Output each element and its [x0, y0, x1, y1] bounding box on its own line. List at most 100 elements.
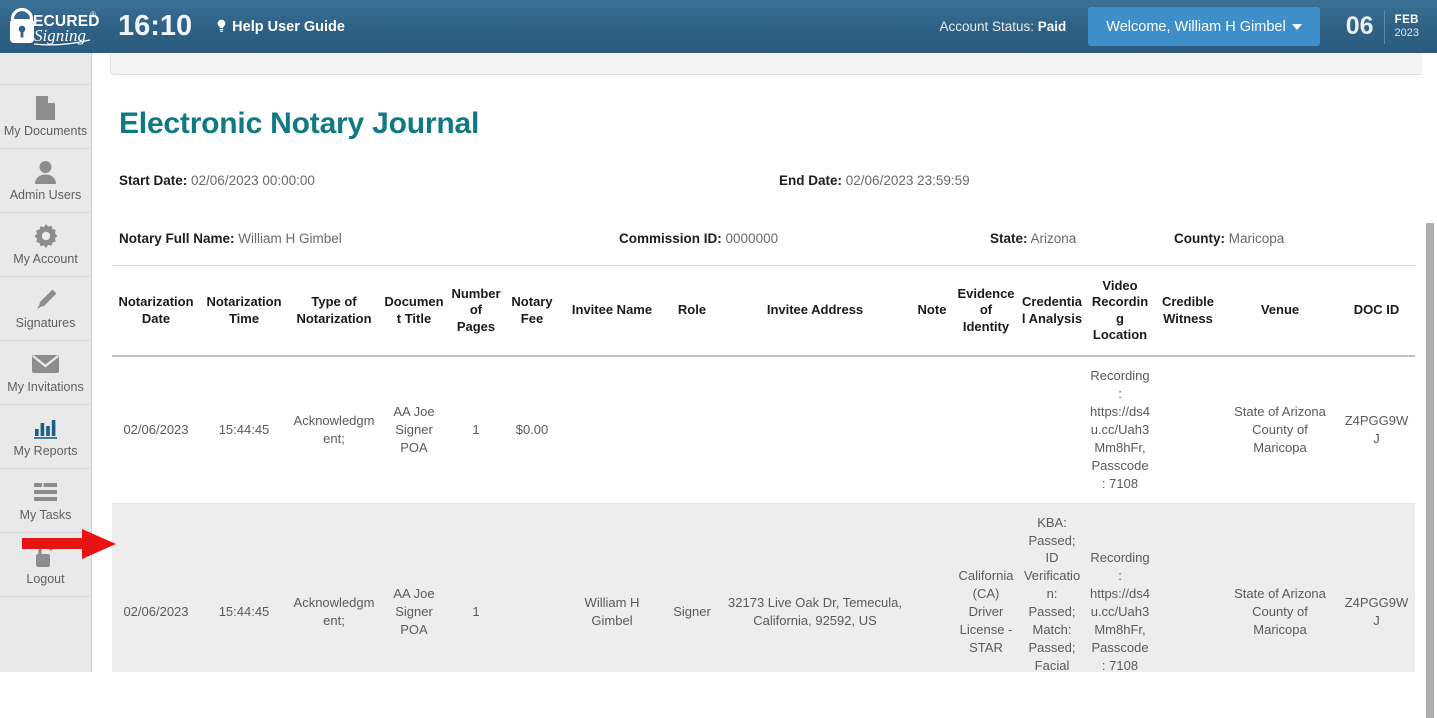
header-clock: 16:10	[118, 10, 193, 42]
cell-invitee-name	[560, 356, 664, 503]
start-date-value: 02/06/2023 00:00:00	[191, 173, 315, 188]
sidebar-item-label: My Documents	[3, 123, 88, 138]
state-value: Arizona	[1030, 231, 1077, 246]
cell-evidence-of-identity: California (CA) Driver License - STAR	[958, 568, 1014, 656]
cell-document-title: AA Joe Signer POA	[393, 403, 435, 455]
col-venue[interactable]: Venue	[1222, 265, 1338, 357]
cell-credible-witness	[1154, 356, 1222, 503]
commission-id-value: 0000000	[725, 231, 779, 246]
cell-invitee-address: 32173 Live Oak Dr, Temecula, California,…	[728, 595, 902, 629]
cell-notarization-time: 15:44:45	[218, 604, 270, 620]
sidebar-item-my-tasks[interactable]: My Tasks	[0, 469, 91, 533]
cell-invitee-address	[720, 356, 910, 503]
tasks-list-icon	[33, 480, 58, 504]
start-date-label: Start Date:	[119, 173, 188, 188]
notary-meta: Notary Full Name: William H Gimbel Commi…	[119, 231, 1429, 251]
vertical-scrollbar-thumb[interactable]	[1426, 223, 1434, 718]
notary-journal-table-wrapper: Notarization Date Notarization Time Type…	[112, 265, 1415, 672]
end-date-value: 02/06/2023 23:59:59	[845, 173, 970, 188]
vertical-scrollbar-track[interactable]	[1422, 53, 1437, 718]
cell-video-recording-location: Recording: https://ds4u.cc/Uah3Mm8hFr, P…	[1090, 368, 1150, 491]
notary-name-label: Notary Full Name:	[119, 231, 235, 246]
end-date-meta: End Date: 02/06/2023 23:59:59	[779, 173, 970, 188]
col-video-recording-location[interactable]: Video Recording Location	[1086, 265, 1154, 357]
welcome-user-dropdown-button[interactable]: Welcome, William H Gimbel	[1088, 7, 1320, 46]
help-user-guide-label: Help User Guide	[232, 18, 345, 35]
help-user-guide-link[interactable]: Help User Guide	[216, 19, 345, 35]
table-row[interactable]: 02/06/2023 15:44:45 Acknowledgment; AA J…	[112, 356, 1415, 504]
cell-notary-fee: $0.00	[515, 421, 549, 437]
end-date-label: End Date:	[779, 173, 843, 188]
sidebar-item-my-invitations[interactable]: My Invitations	[0, 341, 91, 405]
cell-credential-analysis	[1018, 356, 1086, 503]
sidebar-item-my-reports[interactable]: My Reports	[0, 405, 91, 469]
cell-notarization-time: 15:44:45	[218, 421, 270, 437]
start-date-meta: Start Date: 02/06/2023 00:00:00	[119, 173, 315, 188]
sidebar-item-label: My Tasks	[19, 507, 72, 522]
col-credential-analysis[interactable]: Credential Analysis	[1018, 265, 1086, 357]
col-notarization-time[interactable]: Notarization Time	[200, 265, 288, 357]
notary-name-value: William H Gimbel	[238, 231, 342, 246]
county-meta: County: Maricopa	[1174, 231, 1284, 246]
cell-note	[910, 503, 954, 672]
cell-evidence-of-identity	[954, 356, 1018, 503]
cell-doc-id: Z4PGG9WJ	[1344, 412, 1409, 446]
welcome-user-label: Welcome, William H Gimbel	[1106, 18, 1286, 35]
col-evidence-of-identity[interactable]: Evidence of Identity	[954, 265, 1018, 357]
header-date-divider	[1383, 9, 1385, 44]
header-date-year: 2023	[1394, 26, 1419, 39]
col-role[interactable]: Role	[664, 265, 720, 357]
date-range-meta: Start Date: 02/06/2023 00:00:00 End Date…	[119, 173, 1419, 193]
cell-credential-analysis: KBA: Passed; ID Verification: Passed; Ma…	[1023, 514, 1081, 672]
page-title: Electronic Notary Journal	[119, 107, 480, 140]
account-status: Account Status: Paid	[939, 19, 1066, 34]
main-content-area: Electronic Notary Journal Start Date: 02…	[92, 53, 1437, 672]
cell-number-of-pages: 1	[472, 421, 480, 437]
left-sidebar-nav: My Documents Admin Users My Account Sign…	[0, 53, 92, 672]
cell-number-of-pages: 1	[472, 604, 480, 620]
sidebar-item-signatures[interactable]: Signatures	[0, 277, 91, 341]
col-doc-id[interactable]: DOC ID	[1338, 265, 1415, 357]
cell-venue: State of Arizona County of Maricopa	[1234, 403, 1326, 455]
sidebar-item-label: My Invitations	[7, 379, 84, 394]
notary-journal-table: Notarization Date Notarization Time Type…	[112, 265, 1415, 672]
svg-text:®: ®	[90, 10, 96, 19]
account-status-label: Account Status:	[939, 19, 1035, 34]
cell-type-of-notarization: Acknowledgment;	[293, 412, 375, 446]
header-date-month: FEB	[1394, 13, 1419, 26]
account-status-value: Paid	[1037, 19, 1067, 34]
cell-notarization-date: 02/06/2023	[123, 604, 189, 620]
document-icon	[34, 95, 57, 120]
sidebar-item-my-documents[interactable]: My Documents	[0, 85, 91, 149]
header-date-day: 06	[1345, 12, 1374, 40]
cell-venue: State of Arizona County of Maricopa	[1234, 586, 1326, 638]
cell-invitee-name: William H Gimbel	[584, 595, 640, 629]
col-invitee-address[interactable]: Invitee Address	[720, 265, 910, 357]
gear-icon	[34, 223, 58, 248]
table-row[interactable]: 02/06/2023 15:44:45 Acknowledgment; AA J…	[112, 503, 1415, 672]
sidebar-item-admin-users[interactable]: Admin Users	[0, 149, 91, 213]
col-credible-witness[interactable]: Credible Witness	[1154, 265, 1222, 357]
col-notarization-date[interactable]: Notarization Date	[112, 265, 200, 357]
commission-id-meta: Commission ID: 0000000	[619, 231, 778, 246]
sidebar-bottom-spacer	[0, 597, 91, 717]
col-invitee-name[interactable]: Invitee Name	[560, 265, 664, 357]
col-number-of-pages[interactable]: Number of Pages	[448, 265, 504, 357]
notary-name-meta: Notary Full Name: William H Gimbel	[119, 231, 342, 246]
sidebar-item-logout[interactable]: Logout	[0, 533, 91, 597]
cell-notary-fee	[504, 503, 560, 672]
col-type-of-notarization[interactable]: Type of Notarization	[288, 265, 380, 357]
open-padlock-icon	[34, 543, 58, 568]
col-notary-fee[interactable]: Notary Fee	[504, 265, 560, 357]
secured-signing-logo[interactable]: ECURED ® Signing	[0, 0, 108, 53]
col-note[interactable]: Note	[910, 265, 954, 357]
envelope-icon	[32, 352, 59, 376]
sidebar-item-label: Logout	[26, 571, 65, 586]
pencil-icon	[34, 288, 58, 312]
col-document-title[interactable]: Document Title	[380, 265, 448, 357]
sidebar-item-my-account[interactable]: My Account	[0, 213, 91, 277]
header-date: 06 FEB 2023	[1345, 9, 1419, 44]
sidebar-item-label: My Account	[13, 251, 78, 266]
cell-type-of-notarization: Acknowledgment;	[293, 595, 375, 629]
caret-down-icon	[1291, 23, 1302, 30]
